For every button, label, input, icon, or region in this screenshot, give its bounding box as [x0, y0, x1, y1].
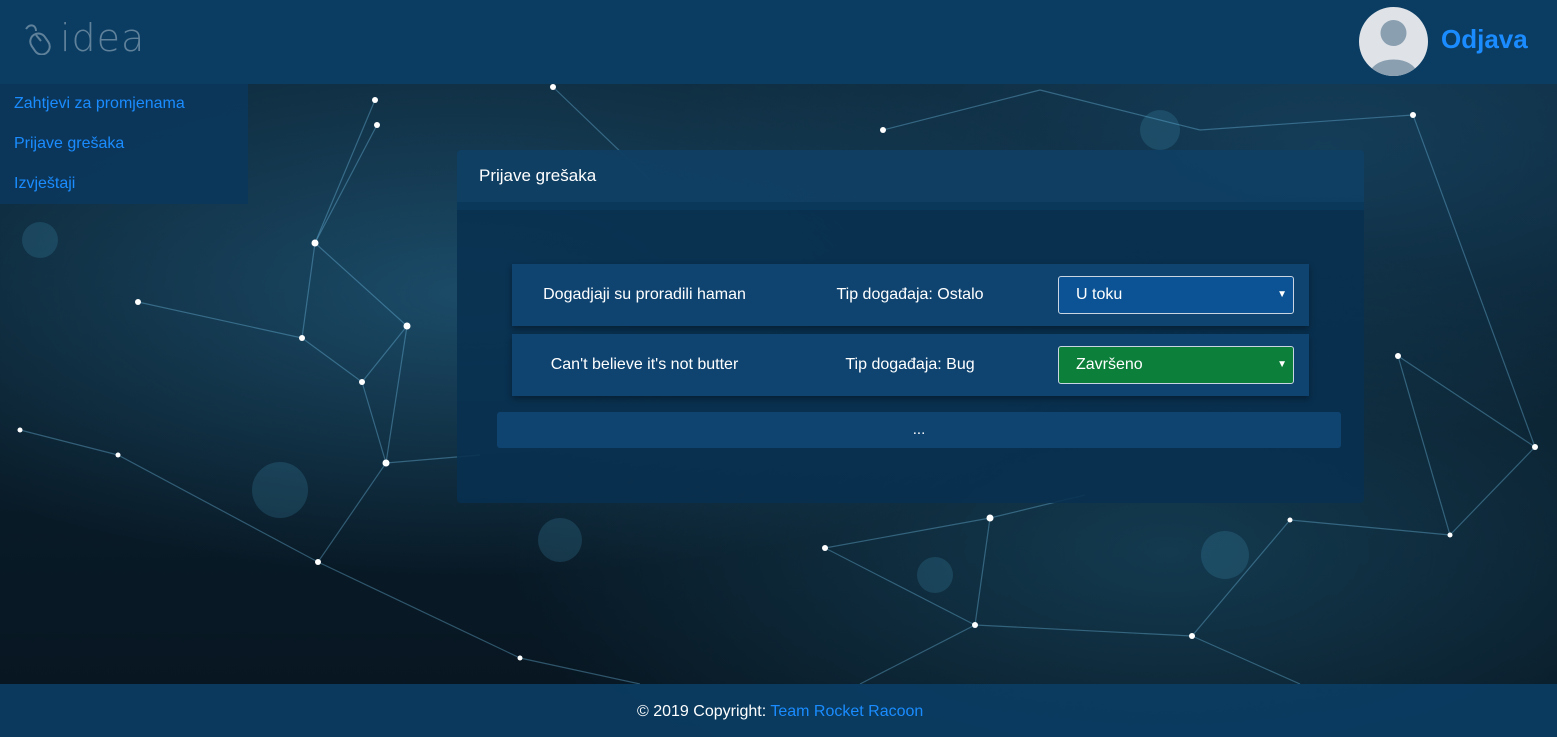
- status-select[interactable]: U toku ▼: [1058, 276, 1294, 314]
- sidebar-nav: Zahtjevi za promjenama Prijave grešaka I…: [0, 84, 248, 204]
- report-row: Dogadjaji su proradili haman Tip događaj…: [512, 264, 1309, 326]
- status-value: U toku: [1076, 286, 1123, 303]
- logo-text: idea: [60, 16, 146, 60]
- report-row: Can't believe it's not butter Tip događa…: [512, 334, 1309, 396]
- status-value: Završeno: [1076, 356, 1143, 373]
- sidebar-item-reports[interactable]: Izvještaji: [0, 164, 248, 204]
- caret-down-icon: ▼: [1277, 359, 1287, 370]
- caret-down-icon: ▼: [1277, 289, 1287, 300]
- load-more-button[interactable]: ...: [497, 412, 1341, 448]
- report-type: Tip događaja: Bug: [845, 356, 975, 373]
- user-avatar-icon: [1369, 20, 1418, 76]
- report-title: Dogadjaji su proradili haman: [543, 286, 746, 303]
- sidebar-item-bug-reports[interactable]: Prijave grešaka: [0, 124, 248, 164]
- bug-reports-panel: Prijave grešaka Dogadjaji su proradili h…: [457, 150, 1364, 503]
- footer-text: © 2019 Copyright: Team Rocket Racoon: [637, 684, 923, 737]
- logout-link[interactable]: Odjava: [1441, 22, 1528, 56]
- status-select[interactable]: Završeno ▼: [1058, 346, 1294, 384]
- app-logo[interactable]: idea: [22, 14, 145, 62]
- panel-title: Prijave grešaka: [457, 150, 1364, 210]
- top-header: idea Odjava: [0, 0, 1557, 84]
- sidebar-item-change-requests[interactable]: Zahtjevi za promjenama: [0, 84, 248, 124]
- user-avatar[interactable]: [1359, 7, 1428, 76]
- mouse-logo-icon: [25, 24, 51, 55]
- copyright-text: © 2019 Copyright:: [637, 703, 767, 720]
- report-type: Tip događaja: Ostalo: [836, 286, 984, 303]
- page-footer: © 2019 Copyright: Team Rocket Racoon: [0, 684, 1557, 737]
- report-title: Can't believe it's not butter: [550, 356, 739, 373]
- team-link[interactable]: Team Rocket Racoon: [770, 703, 923, 720]
